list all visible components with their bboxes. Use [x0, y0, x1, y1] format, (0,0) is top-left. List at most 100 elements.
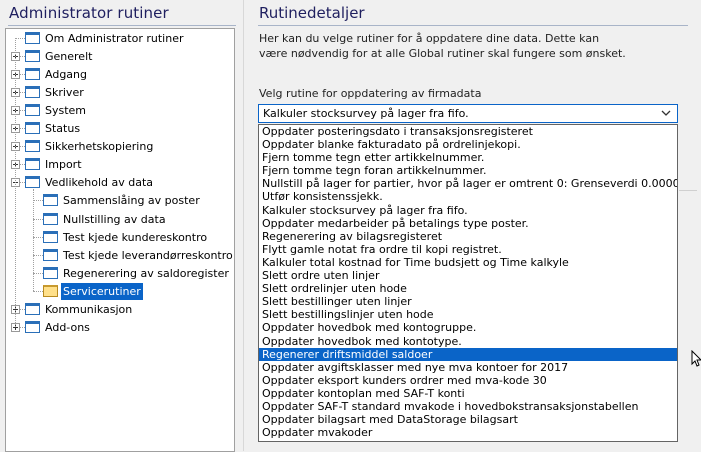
dropdown-option[interactable]: Oppdater SAF-T standard mvakode i hovedb… [259, 400, 677, 413]
background-divider [679, 190, 697, 191]
chevron-down-icon[interactable] [659, 106, 673, 121]
tree-connector [15, 38, 16, 327]
dropdown-option[interactable]: Slett ordre uten linjer [259, 269, 677, 282]
tree-node[interactable]: Adgang [6, 66, 232, 83]
window-icon [25, 104, 40, 117]
routine-dropdown-list[interactable]: Oppdater posteringsdato i transaksjonsre… [258, 124, 678, 442]
right-title-divider [258, 25, 688, 26]
tree-node[interactable]: Vedlikehold av data [6, 174, 232, 191]
tree-node[interactable]: Regenerering av saldoregister [6, 265, 232, 282]
description-line: Her kan du velge rutiner for å oppdatere… [259, 32, 600, 45]
dropdown-option[interactable]: Oppdater posteringsdato i transaksjonsre… [259, 125, 677, 138]
window-icon [43, 248, 58, 261]
tree-node-label: Servicerutiner [61, 282, 143, 300]
window-icon [25, 140, 40, 153]
dropdown-option[interactable]: Flytt gamle notat fra ordre til kopi reg… [259, 243, 677, 256]
dropdown-option[interactable]: Oppdater medarbeider på betalings type p… [259, 217, 677, 230]
description-text: Her kan du velge rutiner for å oppdatere… [259, 31, 679, 61]
tree-node-label: Status [45, 122, 81, 136]
tree-node[interactable]: Servicerutiner [6, 282, 232, 300]
tree-node[interactable]: Add-ons [6, 319, 232, 336]
tree-connector [33, 236, 43, 238]
tree-connector [33, 200, 43, 202]
tree-node-label: Adgang [45, 68, 87, 82]
dropdown-option[interactable]: Utfør konsistenssjekk. [259, 190, 677, 203]
window-icon [43, 266, 58, 279]
routine-tree[interactable]: Om Administrator rutiner Generelt Adgang Sk… [5, 28, 235, 452]
window-icon [25, 122, 40, 135]
window-icon [25, 68, 40, 81]
window-icon [25, 50, 40, 63]
tree-node-label: Skriver [45, 86, 84, 100]
dropdown-option[interactable]: Kalkuler total kostnad for Time budsjett… [259, 256, 677, 269]
tree-node-label: System [45, 104, 87, 118]
tree-node[interactable]: Sammenslåing av poster [6, 192, 232, 209]
dropdown-option[interactable]: Oppdater kontoplan med SAF-T konti [259, 387, 677, 400]
tree-node[interactable]: Nullstilling av data [6, 211, 232, 228]
tree-node[interactable]: Generelt [6, 48, 232, 65]
tree-node-label: Add-ons [45, 320, 90, 334]
tree-connector [33, 189, 34, 291]
left-panel: Administrator rutiner Om Administrator r… [0, 0, 240, 452]
tree-node[interactable]: Test kjede kundereskontro [6, 229, 232, 246]
tree-node[interactable]: Sikkerhetskopiering [6, 138, 232, 155]
window-icon [25, 158, 40, 171]
tree-node[interactable]: Import [6, 156, 232, 173]
right-panel: Rutinedetaljer Her kan du velge rutiner … [244, 0, 701, 451]
tree-node-label: Vedlikehold av data [45, 176, 154, 190]
description-line: være nødvendig for at alle Global rutine… [259, 47, 626, 60]
combo-label: Velg rutine for oppdatering av firmadata [259, 87, 482, 100]
dropdown-option[interactable]: Oppdater avgiftsklasser med nye mva kont… [259, 361, 677, 374]
routine-combobox[interactable]: Kalkuler stocksurvey på lager fra fifo. [258, 104, 678, 123]
tree-node-label: Om Administrator rutiner [45, 32, 184, 45]
dropdown-option[interactable]: Oppdater eksport kunders ordrer med mva-… [259, 374, 677, 387]
left-title-divider [8, 25, 236, 26]
tree-node[interactable]: Skriver [6, 84, 232, 101]
tree-node-label: Sammenslåing av poster [63, 194, 200, 208]
dropdown-option[interactable]: Slett bestillingslinjer uten hode [259, 308, 677, 321]
window-icon [25, 86, 40, 99]
mouse-cursor-icon [691, 350, 701, 367]
window-icon [43, 194, 58, 207]
tree-connector [33, 290, 43, 292]
left-panel-title: Administrator rutiner [9, 4, 169, 22]
window-icon [43, 230, 58, 243]
dropdown-option[interactable]: Fjern tomme tegn foran artikkelnummer. [259, 164, 677, 177]
combo-selected-value: Kalkuler stocksurvey på lager fra fifo. [263, 107, 469, 120]
window-icon [25, 32, 40, 44]
dropdown-option[interactable]: Regenerering av bilagsregisteret [259, 230, 677, 243]
dropdown-option[interactable]: Slett ordrelinjer uten hode [259, 282, 677, 295]
dropdown-option[interactable]: Oppdater mvakoder [259, 426, 677, 439]
tree-node-label: Test kjede leverandørreskontro [63, 248, 233, 262]
tree-node-label: Regenerering av saldoregister [63, 266, 229, 280]
tree-node-label: Sikkerhetskopiering [45, 140, 154, 154]
tree-node[interactable]: Om Administrator rutiner [6, 30, 232, 47]
tree-connector [33, 218, 43, 220]
dropdown-option[interactable]: Fjern tomme tegn etter artikkelnummer. [259, 151, 677, 164]
dropdown-option[interactable]: Oppdater blanke fakturadato på ordrelinj… [259, 138, 677, 151]
window-icon [25, 320, 40, 333]
dropdown-option[interactable]: Nullstill på lager for partier, hvor på … [259, 177, 677, 190]
dropdown-option[interactable]: Oppdater hovedbok med kontotype. [259, 335, 677, 348]
tree-node[interactable]: Kommunikasjon [6, 301, 232, 318]
window-icon [25, 302, 40, 315]
dropdown-option[interactable]: Regenerer driftsmiddel saldoer [259, 347, 677, 361]
tree-node-label: Kommunikasjon [45, 302, 133, 316]
tree-node-label: Test kjede kundereskontro [63, 230, 208, 244]
tree-connector [33, 272, 43, 274]
tree-connector [33, 254, 43, 256]
dropdown-option[interactable]: Slett bestillinger uten linjer [259, 295, 677, 308]
tree-node[interactable]: Status [6, 120, 232, 137]
window-icon [43, 212, 58, 225]
tree-node-label: Generelt [45, 50, 93, 64]
dropdown-option[interactable]: Oppdater bilagsart med DataStorage bilag… [259, 413, 677, 426]
tree-connector [15, 38, 25, 39]
tree-node-label: Nullstilling av data [63, 212, 166, 226]
tree-node[interactable]: System [6, 102, 232, 119]
dropdown-option[interactable]: Oppdater hovedbok med kontogruppe. [259, 321, 677, 334]
tree-node-label: Import [45, 158, 82, 172]
dropdown-option[interactable]: Kalkuler stocksurvey på lager fra fifo. [259, 204, 677, 217]
tree-node[interactable]: Test kjede leverandørreskontro [6, 247, 233, 264]
window-icon [25, 176, 40, 189]
right-panel-title: Rutinedetaljer [259, 4, 365, 22]
